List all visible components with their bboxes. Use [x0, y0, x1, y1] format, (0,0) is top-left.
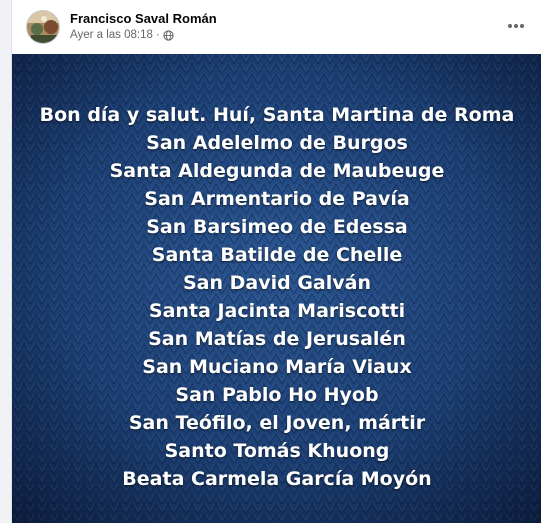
image-text-line: San Barsimeo de Edessa [146, 216, 408, 238]
image-text-line: San Armentario de Pavía [144, 188, 410, 210]
image-text-line: Santa Batilde de Chelle [151, 244, 403, 266]
image-text-line: Santa Jacinta Mariscotti [148, 300, 406, 322]
meta-separator: · [155, 29, 160, 41]
image-text-line: San Muciano María Viaux [142, 356, 412, 378]
more-options-icon[interactable] [506, 16, 526, 36]
author-avatar[interactable] [26, 10, 60, 44]
image-text-line: San Pablo Ho Hyob [175, 384, 379, 406]
image-text-line: San David Galván [182, 272, 371, 294]
image-text-block: Bon día y salut. Huí, Santa Martina de R… [12, 101, 541, 493]
image-text-line: San Teófilo, el Joven, mártir [128, 412, 426, 434]
image-text-line: Beata Carmela García Moyón [122, 468, 432, 490]
post-image[interactable]: Bon día y salut. Huí, Santa Martina de R… [12, 54, 541, 523]
post-header: Francisco Saval Román Ayer a las 08:18 · [12, 0, 541, 54]
author-name[interactable]: Francisco Saval Román [70, 11, 217, 26]
image-text-line: San Matías de Jerusalén [148, 328, 406, 350]
image-text-line: San Adelelmo de Burgos [146, 132, 408, 154]
image-text-line: Santa Aldegunda de Maubeuge [109, 160, 445, 182]
image-text-line: Santo Tomás Khuong [164, 440, 390, 462]
post-timestamp[interactable]: Ayer a las 08:18 [70, 29, 153, 41]
feed-post: Francisco Saval Román Ayer a las 08:18 · [11, 0, 541, 523]
globe-icon [163, 29, 174, 41]
image-text-line: Bon día y salut. Huí, Santa Martina de R… [39, 104, 515, 126]
post-meta: Ayer a las 08:18 · [70, 29, 174, 41]
